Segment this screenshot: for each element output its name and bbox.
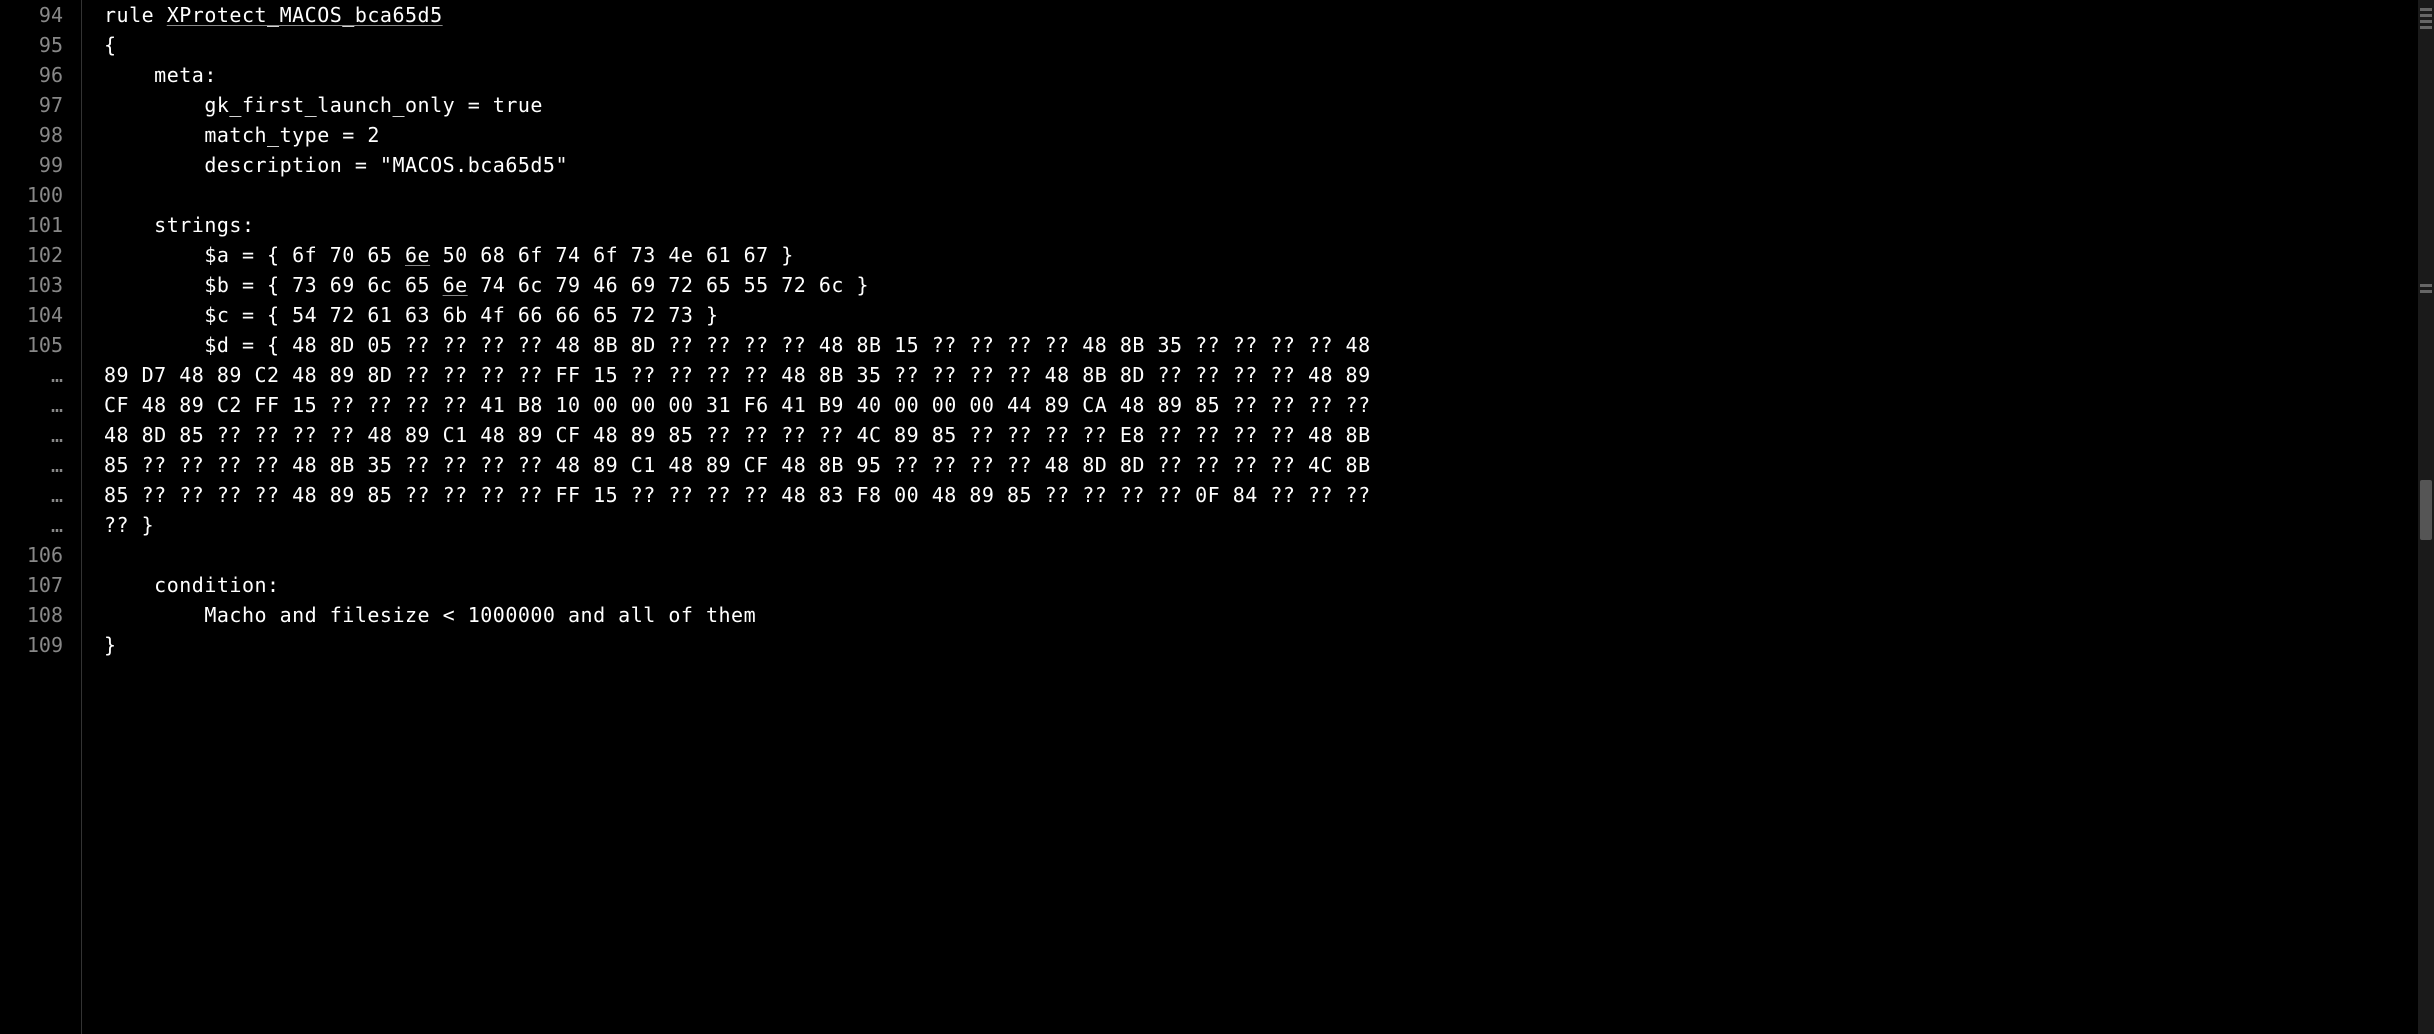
code-line[interactable]: 48 8D 85 ?? ?? ?? ?? 48 89 C1 48 89 CF 4… (104, 420, 2418, 450)
code-line[interactable]: match_type = 2 (104, 120, 2418, 150)
underlined-token: XProtect_MACOS_bca65d5 (167, 3, 443, 27)
code-content-area[interactable]: rule XProtect_MACOS_bca65d5{ meta: gk_fi… (82, 0, 2418, 1034)
code-text: rule (104, 3, 167, 27)
vertical-scrollbar[interactable] (2418, 0, 2434, 1034)
line-number: 101 (0, 210, 63, 240)
line-number: … (0, 360, 63, 390)
code-line[interactable]: CF 48 89 C2 FF 15 ?? ?? ?? ?? 41 B8 10 0… (104, 390, 2418, 420)
line-number: 96 (0, 60, 63, 90)
line-number: 102 (0, 240, 63, 270)
code-line[interactable]: meta: (104, 60, 2418, 90)
line-number: 100 (0, 180, 63, 210)
line-number: 95 (0, 30, 63, 60)
line-number: … (0, 450, 63, 480)
code-line[interactable]: Macho and filesize < 1000000 and all of … (104, 600, 2418, 630)
code-line[interactable]: $a = { 6f 70 65 6e 50 68 6f 74 6f 73 4e … (104, 240, 2418, 270)
code-line[interactable] (104, 540, 2418, 570)
code-line[interactable]: ?? } (104, 510, 2418, 540)
code-line[interactable]: } (104, 630, 2418, 660)
code-line[interactable]: 85 ?? ?? ?? ?? 48 8B 35 ?? ?? ?? ?? 48 8… (104, 450, 2418, 480)
underlined-token: 6e (443, 273, 468, 297)
line-number: 106 (0, 540, 63, 570)
line-number: 98 (0, 120, 63, 150)
line-number: 94 (0, 0, 63, 30)
code-editor: 949596979899100101102103104105………………1061… (0, 0, 2434, 1034)
line-number: … (0, 510, 63, 540)
underlined-token: 6e (405, 243, 430, 267)
code-line[interactable]: strings: (104, 210, 2418, 240)
line-number: 105 (0, 330, 63, 360)
code-line[interactable]: description = "MACOS.bca65d5" (104, 150, 2418, 180)
line-number: 103 (0, 270, 63, 300)
code-text: 50 68 6f 74 6f 73 4e 61 67 } (430, 243, 794, 267)
code-line[interactable]: gk_first_launch_only = true (104, 90, 2418, 120)
line-number-gutter: 949596979899100101102103104105………………1061… (0, 0, 82, 1034)
line-number: … (0, 420, 63, 450)
line-number: … (0, 480, 63, 510)
code-line[interactable]: $d = { 48 8D 05 ?? ?? ?? ?? 48 8B 8D ?? … (104, 330, 2418, 360)
code-line[interactable]: { (104, 30, 2418, 60)
line-number: … (0, 390, 63, 420)
code-line[interactable]: 89 D7 48 89 C2 48 89 8D ?? ?? ?? ?? FF 1… (104, 360, 2418, 390)
line-number: 99 (0, 150, 63, 180)
scrollbar-thumb[interactable] (2420, 480, 2432, 540)
code-line[interactable]: condition: (104, 570, 2418, 600)
line-number: 107 (0, 570, 63, 600)
code-line[interactable]: $c = { 54 72 61 63 6b 4f 66 66 65 72 73 … (104, 300, 2418, 330)
code-text: 74 6c 79 46 69 72 65 55 72 6c } (468, 273, 869, 297)
line-number: 108 (0, 600, 63, 630)
line-number: 97 (0, 90, 63, 120)
code-line[interactable]: 85 ?? ?? ?? ?? 48 89 85 ?? ?? ?? ?? FF 1… (104, 480, 2418, 510)
line-number: 109 (0, 630, 63, 660)
line-number: 104 (0, 300, 63, 330)
code-line[interactable]: $b = { 73 69 6c 65 6e 74 6c 79 46 69 72 … (104, 270, 2418, 300)
code-line[interactable] (104, 180, 2418, 210)
code-line[interactable]: rule XProtect_MACOS_bca65d5 (104, 0, 2418, 30)
code-text: $b = { 73 69 6c 65 (104, 273, 443, 297)
code-text: $a = { 6f 70 65 (104, 243, 405, 267)
